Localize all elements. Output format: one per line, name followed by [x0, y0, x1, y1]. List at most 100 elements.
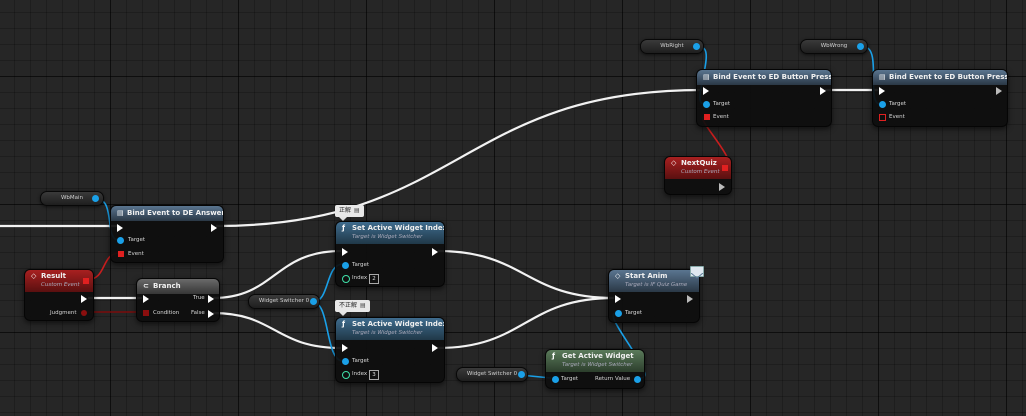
- var-widget-switcher-a[interactable]: Widget Switcher 0: [248, 294, 320, 309]
- var-wbmain[interactable]: WbMain: [40, 191, 104, 206]
- branch-false-pin[interactable]: [208, 310, 214, 318]
- function-icon: ƒ: [552, 352, 556, 360]
- node-start-anim-header: ◇ Start Anim Target is IF Quiz Game: [609, 270, 699, 292]
- exec-wire-bind-de-to-bind-ed: [215, 88, 703, 228]
- node-bind-ed-1-title: Bind Event to ED Button Pressed: [713, 73, 831, 81]
- node-branch[interactable]: ⊂ Branch True Condition False: [136, 278, 220, 322]
- node-get-active-widget-title: Get Active Widget: [562, 352, 634, 360]
- var-widget-switcher-a-out-pin[interactable]: [310, 298, 317, 305]
- node-nextquiz-event[interactable]: ◇ NextQuiz Custom Event: [664, 156, 732, 195]
- var-wbright-out-pin[interactable]: [693, 43, 700, 50]
- nextquiz-exec-out[interactable]: [719, 183, 725, 191]
- comment-incorrect-text: 不正解: [339, 302, 358, 309]
- node-set-active-widget-index-2[interactable]: ƒ Set Active Widget Index Target is Widge…: [335, 317, 445, 383]
- node-result-event[interactable]: ◇ Result Custom Event Judgment: [24, 269, 94, 321]
- set-index-1-target-label: Target: [352, 262, 370, 268]
- var-wbright-label: WbRight: [660, 43, 684, 49]
- set-index-2-exec-in[interactable]: [342, 344, 348, 352]
- node-bind-ed-button-pressed-2[interactable]: ▤ Bind Event to ED Button Pressed Target …: [872, 69, 1008, 127]
- node-set-active-widget-index-1[interactable]: ƒ Set Active Widget Index Target is Widge…: [335, 221, 445, 287]
- node-set-index-1-subtitle: Target is Widget Switcher: [352, 234, 423, 240]
- bind-ed-2-target-pin[interactable]: [879, 101, 886, 108]
- branch-condition-pin[interactable]: [143, 310, 149, 316]
- bind-ed-1-target-pin[interactable]: [703, 101, 710, 108]
- var-widget-switcher-b-out-pin[interactable]: [518, 371, 525, 378]
- branch-exec-in[interactable]: [143, 295, 149, 303]
- result-judgment-label: Judgment: [50, 310, 77, 316]
- event-diamond-icon: ◇: [615, 272, 621, 280]
- node-set-index-1-title: Set Active Widget Index: [352, 224, 444, 232]
- start-anim-exec-in[interactable]: [615, 295, 621, 303]
- branch-true-pin[interactable]: [208, 295, 214, 303]
- start-anim-exec-out[interactable]: [687, 295, 693, 303]
- node-result-subtitle: Custom Event: [41, 282, 80, 288]
- bind-ed-2-exec-out-unconnected[interactable]: [996, 87, 1002, 95]
- get-active-target-pin[interactable]: [552, 376, 559, 383]
- bind-ed-1-event-pin[interactable]: [704, 114, 710, 120]
- var-wbright[interactable]: WbRight: [640, 39, 704, 54]
- set-index-2-index-value[interactable]: 3: [369, 370, 379, 380]
- node-bind-ed-button-pressed-1[interactable]: ▤ Bind Event to ED Button Pressed Target …: [696, 69, 832, 127]
- result-exec-out[interactable]: [81, 295, 87, 303]
- node-branch-header: ⊂ Branch: [137, 279, 219, 294]
- node-set-index-2-header: ƒ Set Active Widget Index Target is Widge…: [336, 318, 444, 340]
- result-delegate-out[interactable]: [83, 278, 89, 284]
- set-index-1-exec-in[interactable]: [342, 248, 348, 256]
- var-wbwrong-out-pin[interactable]: [857, 43, 864, 50]
- branch-condition-label: Condition: [153, 310, 180, 316]
- comment-incorrect[interactable]: 不正解 ▤: [335, 300, 370, 316]
- node-get-active-widget[interactable]: ƒ Get Active Widget Target is Widget Swit…: [545, 349, 645, 389]
- var-wbmain-label: WbMain: [60, 195, 84, 201]
- var-wbmain-out-pin[interactable]: [92, 195, 99, 202]
- bind-ed-1-exec-in[interactable]: [703, 87, 709, 95]
- set-index-2-target-pin[interactable]: [342, 358, 349, 365]
- bind-de-target-pin[interactable]: [117, 237, 124, 244]
- bind-ed-2-event-pin[interactable]: [879, 114, 886, 121]
- var-widget-switcher-a-label: Widget Switcher 0: [258, 298, 310, 304]
- bind-de-event-pin[interactable]: [118, 251, 124, 257]
- set-index-2-target-label: Target: [352, 358, 370, 364]
- node-get-active-widget-subtitle: Target is Widget Switcher: [562, 362, 633, 368]
- set-index-1-index-value[interactable]: 2: [369, 274, 379, 284]
- set-index-1-index-label: Index: [352, 275, 368, 281]
- get-active-target-label: Target: [561, 376, 579, 382]
- bind-de-target-label: Target: [128, 237, 146, 243]
- var-widget-switcher-b[interactable]: Widget Switcher 0: [456, 367, 528, 382]
- blueprint-graph[interactable]: WbMain WbRight WbWrong Widget Switcher 0…: [0, 0, 1026, 416]
- node-set-index-1-header: ƒ Set Active Widget Index Target is Widge…: [336, 222, 444, 244]
- exec-wire-setindex2-startanim: [437, 296, 615, 350]
- result-judgment-pin[interactable]: [81, 310, 87, 316]
- bind-de-event-label: Event: [128, 251, 144, 257]
- nextquiz-delegate-out[interactable]: [722, 165, 728, 171]
- comment-correct[interactable]: 正解 ▤: [335, 205, 364, 221]
- start-anim-target-label: Target: [625, 310, 643, 316]
- set-index-1-index-pin[interactable]: [342, 275, 350, 283]
- node-bind-de-answer[interactable]: ▤ Bind Event to DE Answer Target Event: [110, 205, 224, 263]
- node-start-anim[interactable]: ◇ Start Anim Target is IF Quiz Game Targe…: [608, 269, 700, 323]
- node-set-index-2-title: Set Active Widget Index: [352, 320, 444, 328]
- set-index-1-exec-out[interactable]: [432, 248, 438, 256]
- bind-ed-2-exec-in[interactable]: [879, 87, 885, 95]
- bind-event-icon: ▤: [117, 209, 124, 217]
- node-start-anim-subtitle: Target is IF Quiz Game: [625, 282, 688, 288]
- set-index-1-target-pin[interactable]: [342, 262, 349, 269]
- bind-de-exec-out[interactable]: [211, 224, 217, 232]
- node-bind-ed-1-header: ▤ Bind Event to ED Button Pressed: [697, 70, 831, 85]
- var-wbwrong[interactable]: WbWrong: [800, 39, 868, 54]
- node-nextquiz-title: NextQuiz: [681, 159, 717, 167]
- exec-wire-setindex1-startanim: [437, 249, 615, 300]
- get-active-return-pin[interactable]: [634, 376, 641, 383]
- get-active-return-label: Return Value: [595, 376, 631, 382]
- comment-collapse-icon: ▤: [354, 207, 360, 214]
- node-bind-de-answer-title: Bind Event to DE Answer: [127, 209, 223, 217]
- set-index-2-exec-out[interactable]: [432, 344, 438, 352]
- set-index-2-index-pin[interactable]: [342, 371, 350, 379]
- bind-ed-1-exec-out[interactable]: [820, 87, 826, 95]
- node-branch-title: Branch: [153, 282, 181, 290]
- start-anim-target-pin[interactable]: [615, 310, 622, 317]
- bind-ed-2-target-label: Target: [889, 101, 907, 107]
- node-set-index-2-subtitle: Target is Widget Switcher: [352, 330, 423, 336]
- bind-de-exec-in[interactable]: [117, 224, 123, 232]
- comment-collapse-icon: ▤: [360, 302, 366, 309]
- bind-ed-2-event-label: Event: [889, 114, 905, 120]
